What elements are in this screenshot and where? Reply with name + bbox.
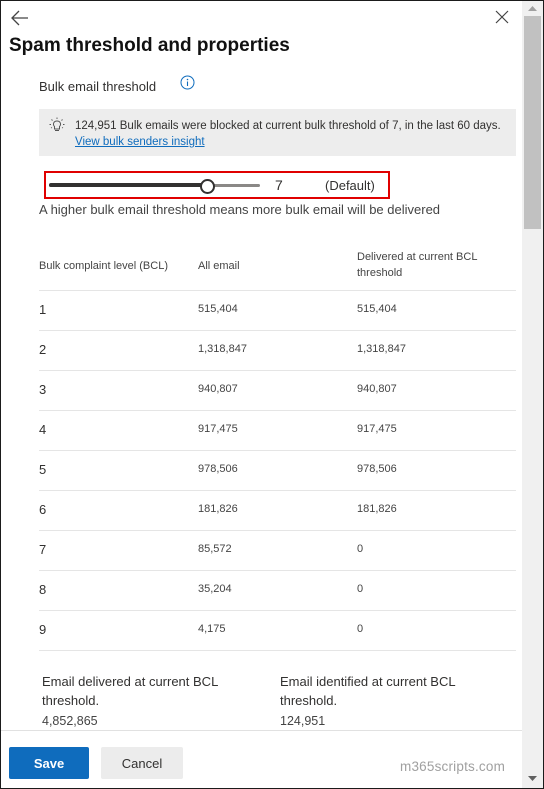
arrow-left-icon: [11, 10, 28, 26]
all-email-cell: 181,826: [198, 503, 238, 515]
all-email-cell: 1,318,847: [198, 343, 247, 355]
slider-value: 7: [275, 177, 283, 193]
close-icon: [495, 10, 509, 24]
table-row: 7 85,572 0: [39, 531, 516, 571]
triangle-down-icon: [528, 776, 537, 781]
table-row: 4 917,475 917,475: [39, 411, 516, 451]
page-title: Spam threshold and properties: [9, 35, 290, 56]
table-row: 2 1,318,847 1,318,847: [39, 331, 516, 371]
bcl-level-cell: 9: [39, 622, 47, 637]
summary-delivered: Email delivered at current BCL threshold…: [42, 672, 257, 731]
scroll-down-button[interactable]: [522, 771, 543, 786]
bcl-level-cell: 3: [39, 382, 47, 397]
bcl-level-cell: 7: [39, 542, 47, 557]
summary-delivered-label: Email delivered at current BCL threshold…: [42, 674, 218, 708]
bcl-level-cell: 2: [39, 342, 47, 357]
bulk-threshold-slider[interactable]: [49, 179, 260, 194]
bulk-threshold-label: Bulk email threshold: [39, 79, 157, 94]
bcl-level-cell: 5: [39, 462, 47, 477]
scrollbar-thumb[interactable]: [524, 16, 541, 229]
delivered-cell: 0: [357, 583, 364, 595]
notice-message: 124,951 Bulk emails were blocked at curr…: [75, 120, 501, 132]
triangle-up-icon: [528, 6, 537, 11]
watermark: m365scripts.com: [400, 759, 506, 774]
info-button[interactable]: [180, 75, 195, 90]
table-row: 5 978,506 978,506: [39, 451, 516, 491]
bcl-level-cell: 8: [39, 582, 47, 597]
summary-identified-value: 124,951: [280, 714, 326, 728]
threshold-hint: A higher bulk email threshold means more…: [39, 202, 441, 217]
delivered-cell: 515,404: [357, 303, 397, 315]
vertical-scrollbar[interactable]: [522, 1, 543, 788]
summary-identified: Email identified at current BCL threshol…: [280, 672, 495, 731]
slider-highlight: 7 (Default): [44, 171, 390, 199]
view-bulk-senders-link[interactable]: View bulk senders insight: [75, 136, 205, 148]
delivered-cell: 0: [357, 623, 364, 635]
delivered-cell: 917,475: [357, 423, 397, 435]
all-email-cell: 978,506: [198, 463, 238, 475]
info-icon: [180, 75, 195, 90]
table-row: 9 4,175 0: [39, 611, 516, 651]
bcl-table: Bulk complaint level (BCL) All email Del…: [39, 244, 516, 651]
summary-identified-label: Email identified at current BCL threshol…: [280, 674, 456, 708]
delivered-cell: 940,807: [357, 383, 397, 395]
back-button[interactable]: [10, 9, 30, 27]
column-header-delivered: Delivered at current BCL threshold: [357, 251, 478, 279]
bcl-level-cell: 6: [39, 502, 47, 517]
notice-text: 124,951 Bulk emails were blocked at curr…: [75, 118, 505, 150]
cancel-button[interactable]: Cancel: [101, 747, 183, 779]
delivered-cell: 978,506: [357, 463, 397, 475]
slider-default-label: (Default): [325, 178, 375, 193]
all-email-cell: 917,475: [198, 423, 238, 435]
lightbulb-icon: [49, 117, 65, 131]
column-header-all-email: All email: [198, 260, 240, 272]
bcl-level-cell: 4: [39, 422, 47, 437]
summary-delivered-value: 4,852,865: [42, 714, 98, 728]
scroll-up-button[interactable]: [522, 1, 543, 16]
delivered-cell: 1,318,847: [357, 343, 406, 355]
delivered-cell: 181,826: [357, 503, 397, 515]
all-email-cell: 940,807: [198, 383, 238, 395]
bcl-level-cell: 1: [39, 302, 47, 317]
all-email-cell: 4,175: [198, 623, 226, 635]
bulk-notice: 124,951 Bulk emails were blocked at curr…: [39, 109, 516, 156]
close-button[interactable]: [494, 9, 510, 25]
table-row: 3 940,807 940,807: [39, 371, 516, 411]
table-header: Bulk complaint level (BCL) All email Del…: [39, 244, 516, 291]
all-email-cell: 35,204: [198, 583, 232, 595]
slider-fill: [49, 183, 207, 187]
panel: Spam threshold and properties Bulk email…: [0, 0, 544, 789]
table-row: 6 181,826 181,826: [39, 491, 516, 531]
all-email-cell: 515,404: [198, 303, 238, 315]
column-header-bcl: Bulk complaint level (BCL): [39, 260, 168, 272]
table-row: 8 35,204 0: [39, 571, 516, 611]
all-email-cell: 85,572: [198, 543, 232, 555]
slider-thumb[interactable]: [200, 179, 215, 194]
delivered-cell: 0: [357, 543, 364, 555]
table-body: 1 515,404 515,404 2 1,318,847 1,318,847 3 940,8…: [39, 291, 516, 651]
save-button[interactable]: Save: [9, 747, 89, 779]
table-row: 1 515,404 515,404: [39, 291, 516, 331]
